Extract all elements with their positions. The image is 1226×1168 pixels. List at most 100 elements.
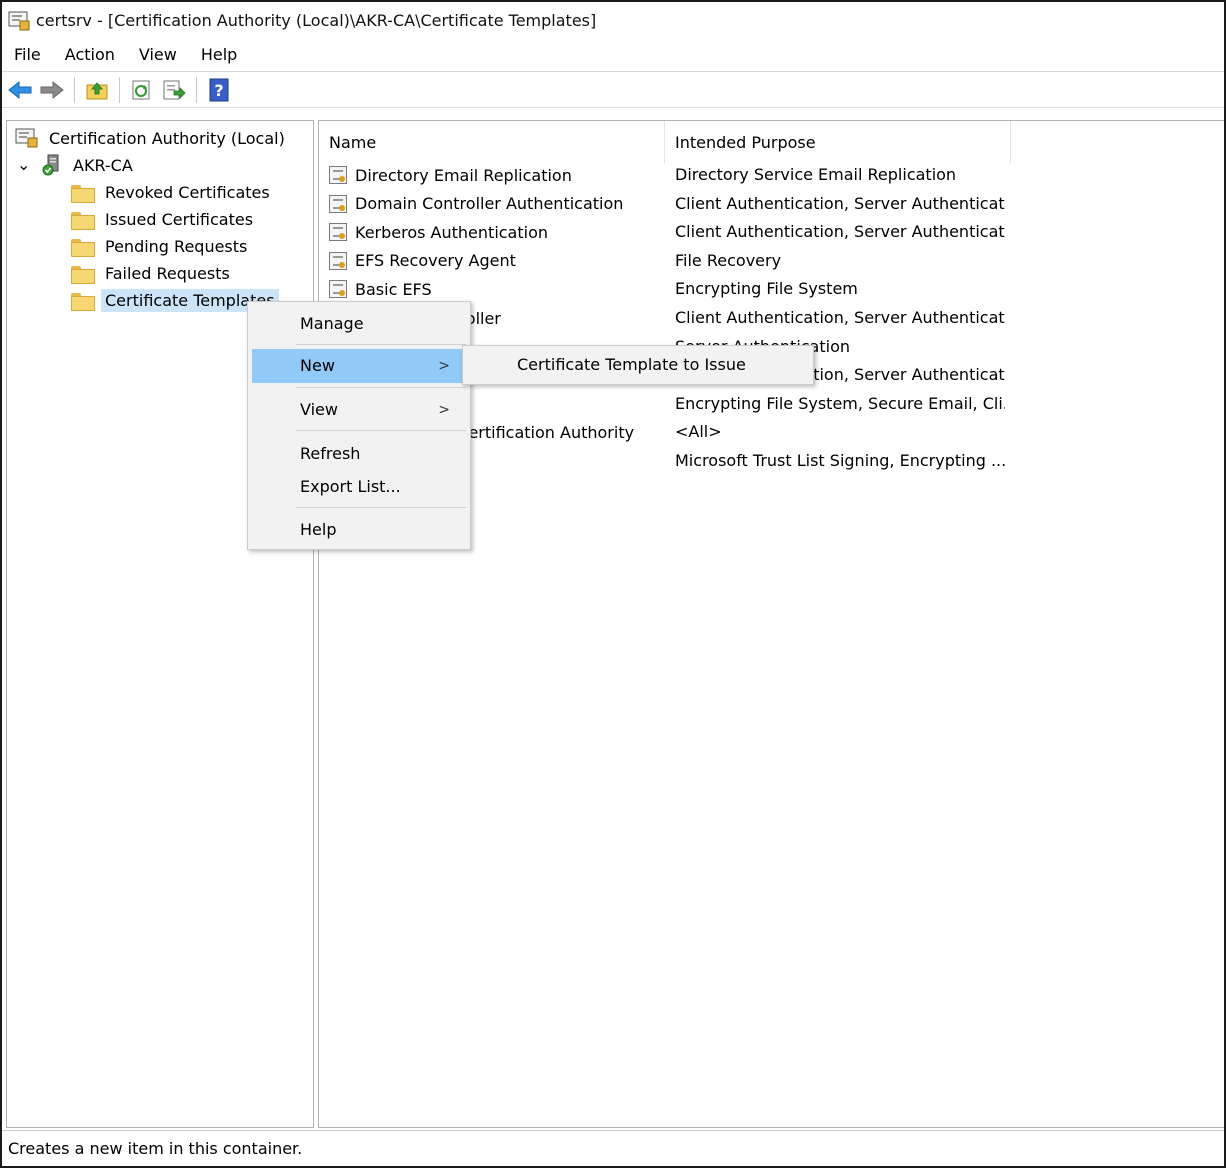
list-header: Name Intended Purpose [319, 121, 1224, 163]
menu-item-help[interactable]: Help [252, 513, 466, 547]
template-name: EFS Recovery Agent [355, 251, 516, 271]
toolbar-separator [196, 76, 197, 103]
template-intended-purpose: <All> [675, 422, 722, 442]
menu-item-certificate-template-to-issue[interactable]: Certificate Template to Issue [465, 348, 811, 382]
menu-item-label: New [300, 356, 335, 375]
template-name: Domain Controller Authentication [355, 194, 624, 214]
table-row[interactable]: EFS Recovery Agent File Recovery [319, 247, 1224, 275]
cell-name: Directory Email Replication [329, 161, 572, 189]
expand-chevron-icon[interactable]: ⌄ [17, 157, 35, 173]
certificate-template-icon [329, 280, 347, 299]
template-intended-purpose: Directory Service Email Replication [675, 165, 957, 184]
menu-item-new[interactable]: New > [252, 349, 466, 383]
certification-authority-icon [15, 128, 38, 148]
export-list-button[interactable] [160, 76, 188, 104]
table-row[interactable]: Kerberos Authentication Client Authentica… [319, 218, 1224, 246]
results-list[interactable]: Name Intended Purpose Directory Email Re… [318, 120, 1224, 1128]
mmc-window: certsrv - [Certification Authority (Loca… [0, 0, 1226, 1168]
svg-text:?: ? [214, 81, 223, 100]
title-bar: certsrv - [Certification Authority (Loca… [2, 2, 1224, 38]
certificate-template-icon [329, 223, 347, 242]
status-bar: Creates a new item in this container. [2, 1130, 1224, 1166]
certificate-template-icon [329, 166, 347, 184]
up-folder-icon [86, 81, 108, 99]
refresh-button[interactable] [128, 76, 156, 104]
menu-file[interactable]: File [2, 38, 53, 72]
toolbar-separator [119, 76, 120, 103]
certificate-template-icon [329, 194, 347, 213]
tree-item-revoked-certificates[interactable]: Revoked Certificates [71, 179, 274, 205]
folder-icon [71, 237, 95, 257]
menu-item-label: Export List... [300, 477, 401, 496]
help-button[interactable]: ? [205, 76, 233, 104]
submenu-arrow-icon: > [438, 402, 450, 418]
menu-separator [296, 430, 466, 431]
folder-icon [71, 183, 95, 203]
menu-item-manage[interactable]: Manage [252, 307, 466, 341]
submenu-arrow-icon: > [438, 358, 450, 374]
template-intended-purpose: Microsoft Trust List Signing, Encrypting… [675, 451, 1005, 470]
folder-icon [71, 291, 95, 311]
menu-separator [296, 507, 466, 508]
back-arrow-icon [8, 80, 32, 99]
menu-item-label: Help [300, 520, 337, 539]
console-tree[interactable]: Certification Authority (Local) ⌄ AKR-CA… [6, 120, 314, 1128]
refresh-icon [132, 80, 150, 99]
table-row[interactable]: Directory Email Replication Directory Ser… [319, 161, 1224, 189]
tree-item-label: Certification Authority (Local) [49, 128, 285, 148]
column-header-intended-purpose[interactable]: Intended Purpose [665, 121, 1011, 163]
template-name: Basic EFS [355, 279, 432, 299]
tree-item-pending-requests[interactable]: Pending Requests [71, 233, 251, 259]
toolbar-separator [74, 76, 75, 103]
menu-item-view[interactable]: View > [252, 393, 466, 427]
menu-item-export-list[interactable]: Export List... [252, 470, 466, 504]
tree-item-label: AKR-CA [73, 155, 133, 175]
tree-item-issued-certificates[interactable]: Issued Certificates [71, 206, 257, 232]
menu-bar: File Action View Help [2, 38, 1224, 72]
table-row[interactable]: Domain Controller Authentication Client A… [319, 190, 1224, 218]
menu-separator [296, 387, 466, 388]
template-intended-purpose: Encrypting File System [675, 279, 858, 299]
forward-button[interactable] [38, 76, 66, 104]
back-button[interactable] [6, 76, 34, 104]
folder-icon [71, 210, 95, 230]
template-intended-purpose: Client Authentication, Server Authentica… [675, 222, 1005, 242]
tree-item-label: Revoked Certificates [105, 182, 270, 202]
menu-help[interactable]: Help [189, 38, 249, 72]
menu-separator [296, 344, 466, 345]
cell-name: Basic EFS [329, 275, 432, 303]
export-list-icon [163, 80, 186, 99]
template-intended-purpose: Encrypting File System, Secure Email, Cl… [675, 393, 1005, 413]
tree-item-label: Issued Certificates [105, 209, 254, 229]
tree-item-root[interactable]: Certification Authority (Local) [15, 125, 289, 151]
menu-item-refresh[interactable]: Refresh [252, 437, 466, 471]
template-intended-purpose: Client Authentication, Server Authentica… [675, 308, 1005, 327]
template-intended-purpose: Client Authentication, Server Authentica… [675, 193, 1005, 213]
up-one-level-button[interactable] [83, 76, 111, 104]
new-submenu: Certificate Template to Issue [462, 345, 814, 385]
cell-name: Domain Controller Authentication [329, 190, 623, 218]
window-title: certsrv - [Certification Authority (Loca… [36, 10, 597, 30]
forward-arrow-icon [40, 80, 64, 99]
certsrv-app-icon [8, 9, 30, 31]
table-row[interactable]: Basic EFS Encrypting File System [319, 275, 1224, 303]
template-intended-purpose: File Recovery [675, 250, 782, 270]
menu-view[interactable]: View [127, 38, 189, 72]
certificate-template-icon [329, 251, 347, 270]
cell-name: Kerberos Authentication [329, 218, 548, 246]
folder-icon [71, 264, 95, 284]
menu-action[interactable]: Action [53, 38, 127, 72]
ca-server-icon [42, 154, 59, 176]
tree-item-failed-requests[interactable]: Failed Requests [71, 260, 234, 286]
context-menu: Manage New > View > Refresh Export List.… [247, 301, 471, 550]
tree-item-label: Pending Requests [105, 236, 248, 256]
menu-item-label: Manage [300, 314, 364, 333]
tree-item-akr-ca[interactable]: ⌄ AKR-CA [17, 152, 137, 178]
cell-name: EFS Recovery Agent [329, 247, 516, 275]
menu-item-label: Refresh [300, 444, 361, 463]
menu-item-label: View [300, 400, 338, 419]
toolbar: ? [2, 72, 1224, 108]
template-name: Kerberos Authentication [355, 222, 549, 242]
help-icon: ? [209, 78, 229, 101]
column-header-name[interactable]: Name [319, 121, 665, 163]
